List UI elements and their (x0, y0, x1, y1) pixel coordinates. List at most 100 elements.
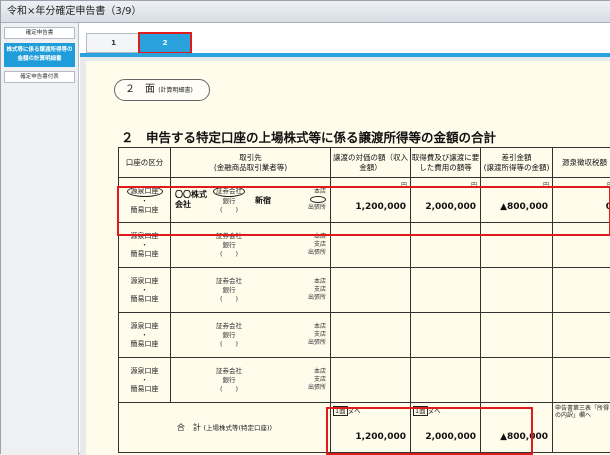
branch-city: 新宿 (247, 195, 279, 206)
branch-line-1: 本店 (279, 323, 326, 331)
kouza-line-2: ・ (119, 241, 170, 250)
diff-cell[interactable]: 円 ▲800,000 (481, 178, 553, 223)
sum-tag-1-suffix: ヌへ (348, 407, 361, 415)
sidebar-item-fuhyo[interactable]: 確定申告書付表 (4, 71, 75, 83)
torihiki-cell[interactable]: 証券会社銀行( ) 本店支店出張所 (171, 223, 331, 268)
torihiki-cell[interactable]: 証券会社銀行( ) 本店支店出張所 (171, 313, 331, 358)
kouza-cell[interactable]: 源泉口座・簡易口座 (119, 313, 171, 358)
trade-type: 証券会社銀行( ) (211, 367, 247, 394)
kouza-cell[interactable]: 源泉口座・簡易口座 (119, 178, 171, 223)
header-torihiki-text: 取引先 (171, 153, 330, 163)
cost-value: 2,000,000 (425, 202, 476, 212)
sum-proceeds-cell[interactable]: 1面ヌへ 1,200,000 (331, 403, 411, 453)
trade-type-1: 証券会社 (211, 322, 247, 331)
branch-type: 本店支店出張所 (279, 323, 330, 347)
branch-line-3: 出張所 (279, 339, 326, 347)
tax-cell[interactable] (553, 223, 610, 268)
trade-type: 証券会社銀行( ) (211, 186, 247, 215)
proceeds-cell[interactable] (331, 313, 411, 358)
trade-type-text: 証券会社 (216, 232, 242, 240)
cost-cell[interactable] (411, 313, 481, 358)
proceeds-cell[interactable] (331, 223, 411, 268)
diff-cell[interactable] (481, 313, 553, 358)
branch-line-2 (279, 196, 326, 204)
sum-proceeds: 1,200,000 (355, 432, 406, 442)
header-kouza: 口座の区分 (119, 148, 171, 178)
header-diff-text: 差引金額 (481, 153, 552, 163)
kouza-line-2: ・ (119, 331, 170, 340)
torihiki-cell[interactable]: 〇〇株式会社証券会社銀行( )新宿本店出張所 (171, 178, 331, 223)
tab-page-1[interactable]: 1 (86, 33, 141, 53)
cost-cell[interactable]: 円2,000,000 (411, 178, 481, 223)
proceeds-cell[interactable] (331, 268, 411, 313)
trade-type-2: 銀行 (211, 241, 247, 250)
company-name: 〇〇株式会社 (171, 190, 211, 210)
table-row: 源泉口座・簡易口座 証券会社銀行( ) 本店支店出張所 (119, 313, 610, 358)
sum-tag-2-suffix: ヌへ (428, 407, 441, 415)
table-row: 源泉口座・簡易口座証券会社銀行( )本店支店出張所 (119, 268, 610, 313)
branch-line-1: 本店 (279, 368, 326, 376)
kouza-label: 源泉口座・簡易口座 (119, 186, 170, 215)
cost-cell[interactable] (411, 358, 481, 403)
form-heading: ２ 申告する特定口座の上場株式等に係る譲渡所得等の金額の合計 (121, 127, 496, 146)
tax-cell[interactable]: 円0 (553, 178, 610, 223)
sidebar-item-kabushiki[interactable]: 株式等に係る譲渡所得等の金額の計算明細書 (4, 43, 75, 67)
tax-cell[interactable] (553, 268, 610, 313)
diff-value: ▲800,000 (500, 202, 548, 212)
trade-type-oval: 証券会社 (213, 186, 245, 197)
kouza-line-3: 簡易口座 (119, 250, 170, 259)
branch-line-2: 支店 (279, 286, 326, 294)
sum-label-cell: 合 計 (上場株式等(特定口座)) (119, 403, 331, 453)
branch-line-3: 出張所 (279, 294, 326, 302)
torihiki-cell[interactable]: 証券会社銀行( ) 本店支店出張所 (171, 358, 331, 403)
unit-label: 円 (543, 180, 549, 189)
sum-diff-cell[interactable]: ▲800,000 (481, 403, 553, 453)
sidebar-item-kakutei[interactable]: 確定申告書 (4, 27, 75, 39)
diff-cell[interactable] (481, 358, 553, 403)
header-proceeds: 譲渡の対価の額（収入金額） (331, 148, 411, 178)
cost-cell[interactable] (411, 268, 481, 313)
kouza-text-1: 源泉口座 (131, 277, 159, 285)
tax-cell[interactable] (553, 358, 610, 403)
branch-line-2: 支店 (279, 241, 326, 249)
branch-type: 本店支店出張所 (279, 368, 330, 392)
kouza-line-1: 源泉口座 (119, 322, 170, 331)
face-note: (計算明細書) (158, 87, 193, 94)
proceeds-cell[interactable]: 円1,200,000 (331, 178, 411, 223)
proceeds-cell[interactable] (331, 358, 411, 403)
kouza-line-3: 簡易口座 (119, 295, 170, 304)
branch-line-2: 支店 (279, 376, 326, 384)
branch-type: 本店支店出張所 (279, 233, 330, 257)
page-tabs: 1 2 (80, 23, 610, 57)
kouza-label: 源泉口座・簡易口座 (119, 232, 170, 259)
tab-page-2[interactable]: 2 (138, 32, 192, 54)
sum-cost-cell[interactable]: 1面ヌへ2,000,000 (411, 403, 481, 453)
branch-line-3: 出張所 (279, 384, 326, 392)
trade-type-1: 証券会社 (211, 367, 247, 376)
tax-cell[interactable] (553, 313, 610, 358)
trade-type-2: 銀行 (211, 197, 247, 206)
torihiki-content: 〇〇株式会社証券会社銀行( )新宿本店出張所 (171, 178, 330, 222)
torihiki-content: 証券会社銀行( ) 本店支店出張所 (171, 223, 330, 267)
branch-type: 本店支店出張所 (279, 278, 330, 302)
kouza-cell[interactable]: 源泉口座・簡易口座 (119, 268, 171, 313)
diff-cell[interactable] (481, 223, 553, 268)
table-row: 源泉口座・簡易口座 証券会社銀行( ) 本店支店出張所 (119, 223, 610, 268)
trade-type-2: 銀行 (211, 331, 247, 340)
kouza-label: 源泉口座・簡易口座 (119, 367, 170, 394)
sum-sub: (上場株式等(特定口座)) (203, 424, 272, 432)
trade-type-1: 証券会社 (211, 277, 247, 286)
trade-type-2: 銀行 (211, 286, 247, 295)
trade-type-text: 証券会社 (216, 367, 242, 375)
torihiki-cell[interactable]: 証券会社銀行( )本店支店出張所 (171, 268, 331, 313)
trade-type-3: ( ) (211, 206, 247, 215)
app-window: 令和×年分確定申告書（3/9） 確定申告書 株式等に係る譲渡所得等の金額の計算明… (0, 0, 610, 454)
trade-type: 証券会社銀行( ) (211, 322, 247, 349)
sum-tag-1: 1面ヌへ (333, 405, 361, 415)
cost-cell[interactable] (411, 223, 481, 268)
torihiki-content: 証券会社銀行( ) 本店支店出張所 (171, 313, 330, 357)
trade-type-3: ( ) (211, 250, 247, 259)
kouza-cell[interactable]: 源泉口座・簡易口座 (119, 358, 171, 403)
kouza-cell[interactable]: 源泉口座・簡易口座 (119, 223, 171, 268)
diff-cell[interactable] (481, 268, 553, 313)
